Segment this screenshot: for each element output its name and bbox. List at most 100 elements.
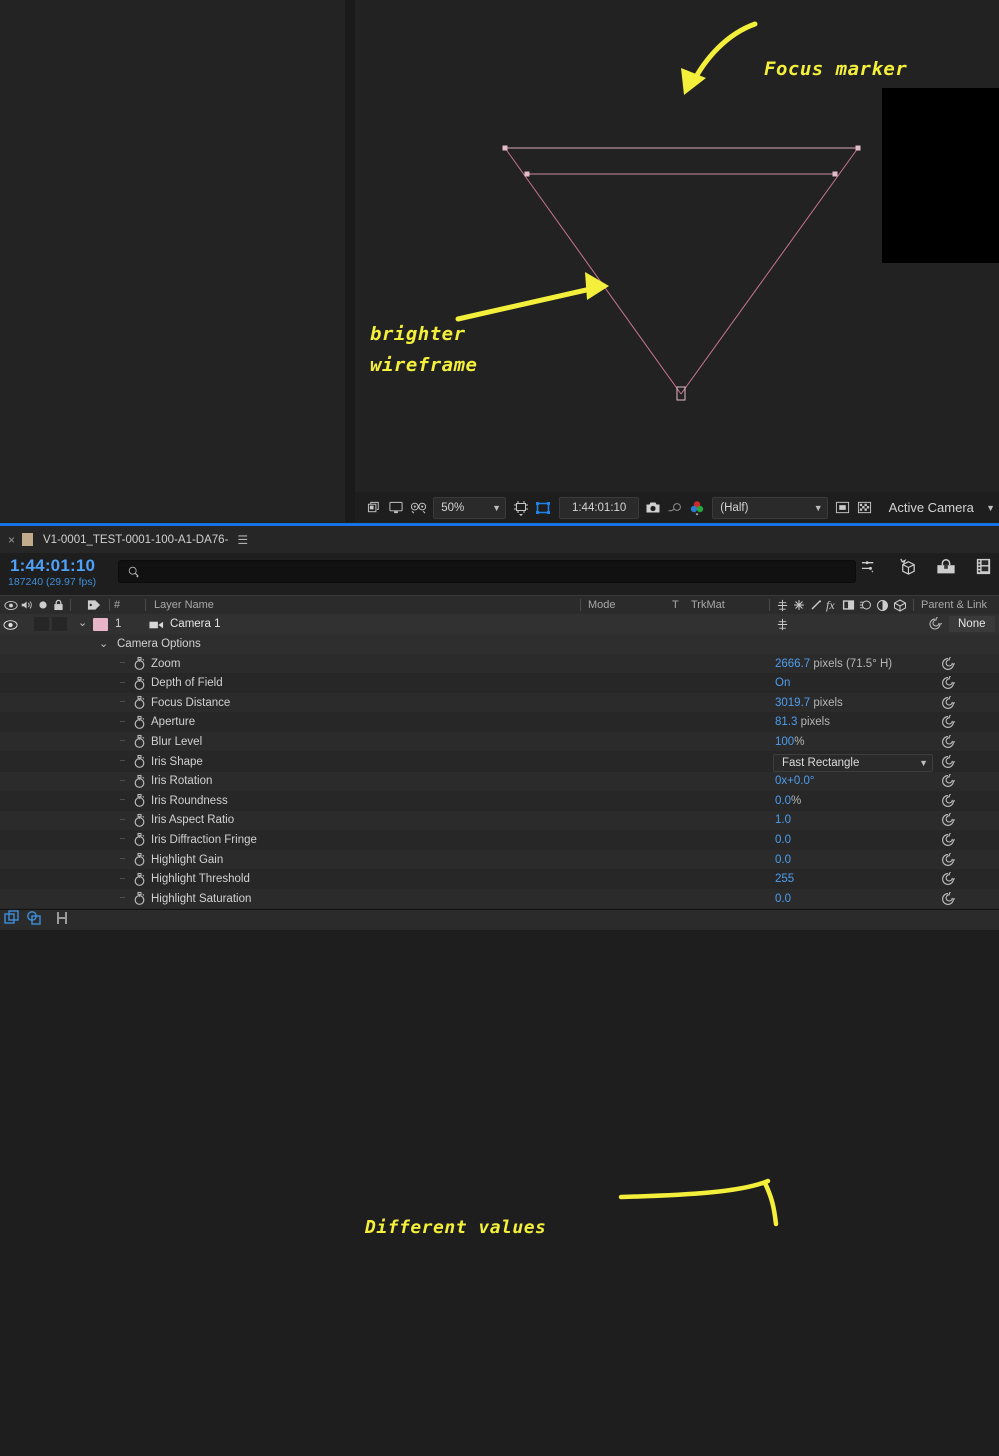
show-channel-rgb-icon[interactable]	[688, 497, 706, 519]
property-row[interactable]: Highlight Saturation 0.0	[0, 889, 999, 910]
property-value-field[interactable]: 81.3 pixels	[775, 713, 830, 732]
property-pickwhip-icon[interactable]	[941, 830, 955, 849]
property-pickwhip-icon[interactable]	[941, 889, 955, 908]
property-pickwhip-icon[interactable]	[941, 791, 955, 810]
property-name: Iris Roundness	[151, 794, 228, 807]
chevron-down-icon: ▼	[492, 502, 501, 513]
layer-parent-select[interactable]: None	[949, 616, 995, 632]
property-value-field[interactable]: 0.0	[775, 850, 791, 869]
property-row[interactable]: Iris Aspect Ratio 1.0	[0, 810, 999, 831]
property-pickwhip-icon[interactable]	[941, 850, 955, 869]
property-indent	[120, 701, 125, 703]
property-row[interactable]: Iris Shape Fast Rectangle ▼	[0, 752, 999, 772]
show-snapshot-icon[interactable]	[666, 497, 684, 519]
property-pickwhip-icon[interactable]	[941, 811, 955, 830]
viewer-timecode-field[interactable]: 1:44:01:10	[559, 496, 640, 519]
lock-icon[interactable]	[53, 596, 64, 614]
layer-row-camera-1[interactable]: ⌄ 1 Camera 1 None	[0, 614, 999, 634]
property-value-field[interactable]: 0.0	[775, 830, 791, 849]
shy-toggle-icon[interactable]	[776, 596, 789, 614]
property-value-field[interactable]: 0.0	[775, 889, 791, 908]
graph-editor-icon[interactable]	[860, 558, 879, 580]
region-of-interest-icon[interactable]	[512, 497, 530, 519]
toggle-transfer-controls-icon[interactable]	[26, 910, 42, 930]
property-value: On	[775, 677, 791, 690]
property-value: 3019.7	[775, 696, 811, 709]
frame-blending-icon[interactable]	[842, 596, 855, 614]
column-header-t[interactable]: T	[672, 596, 679, 614]
property-row[interactable]: Blur Level 100%	[0, 732, 999, 753]
toggle-mask-icon[interactable]	[834, 497, 852, 519]
3d-view-icon[interactable]	[409, 497, 427, 519]
audio-toggle-icon[interactable]	[20, 596, 34, 614]
column-header-trkmat[interactable]: TrkMat	[691, 596, 725, 614]
panel-menu-icon[interactable]: ☰	[237, 533, 248, 547]
property-pickwhip-icon[interactable]	[941, 654, 955, 673]
property-row[interactable]: Highlight Gain 0.0	[0, 850, 999, 870]
layer-solo-cell[interactable]	[52, 617, 67, 631]
3d-layer-icon[interactable]	[893, 596, 907, 614]
property-pickwhip-icon[interactable]	[941, 752, 955, 771]
toggle-guides-icon[interactable]	[534, 497, 552, 519]
property-pickwhip-icon[interactable]	[941, 870, 955, 889]
property-value-field[interactable]: 0.0%	[775, 791, 801, 810]
column-header-parent-link[interactable]: Parent & Link	[921, 596, 987, 614]
property-value-field[interactable]: 255	[775, 870, 794, 889]
take-snapshot-icon[interactable]	[365, 497, 383, 519]
render-queue-icon[interactable]	[974, 557, 993, 581]
property-row[interactable]: Iris Diffraction Fringe 0.0	[0, 830, 999, 851]
search-input[interactable]	[118, 560, 856, 583]
property-value-field[interactable]: 3019.7 pixels	[775, 693, 843, 712]
column-header-index[interactable]: #	[114, 596, 120, 614]
property-row[interactable]: Focus Distance 3019.7 pixels	[0, 693, 999, 714]
property-row[interactable]: Aperture 81.3 pixels	[0, 712, 999, 733]
group-expand-chevron-icon[interactable]: ⌄	[99, 637, 108, 650]
layer-audio-cell[interactable]	[34, 617, 49, 631]
property-row[interactable]: Iris Roundness 0.0%	[0, 791, 999, 812]
resolution-select[interactable]: (Half) ▼	[712, 496, 828, 519]
property-row[interactable]: Zoom 2666.7 pixels (71.5° H)	[0, 654, 999, 674]
close-icon[interactable]: ×	[8, 533, 15, 547]
timeline-tab[interactable]: × V1-0001_TEST-0001-100-A1-DA76- ☰	[0, 526, 257, 553]
property-pickwhip-icon[interactable]	[941, 772, 955, 791]
layer-expand-chevron-icon[interactable]: ⌄	[78, 616, 87, 629]
video-toggle-icon[interactable]	[4, 596, 18, 614]
property-value-field[interactable]: 2666.7 pixels (71.5° H)	[775, 654, 892, 673]
view-layout-select[interactable]: Active Camera ▼	[882, 498, 999, 518]
property-value-field[interactable]: 100%	[775, 732, 804, 751]
property-pickwhip-icon[interactable]	[941, 674, 955, 693]
motion-blur-icon[interactable]	[859, 596, 873, 614]
solo-toggle-icon[interactable]	[38, 596, 48, 614]
create-shape-icon[interactable]	[897, 557, 918, 581]
property-value-select[interactable]: Fast Rectangle ▼	[773, 754, 933, 772]
panel-divider[interactable]	[345, 0, 355, 522]
property-unit: %	[791, 794, 802, 807]
property-value-field[interactable]: 1.0	[775, 811, 791, 830]
toggle-switches-modes-icon[interactable]	[4, 910, 20, 930]
label-color-icon[interactable]	[87, 596, 101, 614]
viewer-toolbar[interactable]: 50% ▼ 1:44:01:10 (Half) ▼ Active Camera …	[355, 492, 999, 523]
property-pickwhip-icon[interactable]	[941, 713, 955, 732]
show-channel-icon[interactable]	[387, 497, 405, 519]
property-row[interactable]: Depth of Field On	[0, 673, 999, 694]
layer-label-swatch[interactable]	[93, 618, 108, 631]
transparency-grid-icon[interactable]	[856, 497, 874, 519]
current-timecode[interactable]: 1:44:01:10	[10, 556, 95, 576]
property-row[interactable]: Highlight Threshold 255	[0, 869, 999, 890]
quality-icon[interactable]	[810, 596, 822, 614]
effects-icon[interactable]: fx	[826, 596, 835, 614]
property-pickwhip-icon[interactable]	[941, 693, 955, 712]
collapse-transformations-icon[interactable]	[793, 596, 805, 614]
adjustment-layer-icon[interactable]	[876, 596, 889, 614]
property-value-field[interactable]: 0x+0.0°	[775, 772, 814, 791]
camera-snapshot-icon[interactable]	[644, 497, 662, 519]
column-header-mode[interactable]: Mode	[588, 596, 616, 614]
magnification-select[interactable]: 50% ▼	[433, 496, 506, 519]
stretch-handles-icon[interactable]	[54, 911, 70, 930]
property-row[interactable]: Iris Rotation 0x+0.0°	[0, 771, 999, 792]
property-pickwhip-icon[interactable]	[941, 732, 955, 751]
property-value-field[interactable]: On	[775, 674, 790, 693]
toolbox-icon[interactable]	[936, 558, 956, 581]
property-group-camera-options[interactable]: ⌄ Camera Options	[0, 634, 999, 655]
column-header-layer-name[interactable]: Layer Name	[154, 596, 214, 614]
